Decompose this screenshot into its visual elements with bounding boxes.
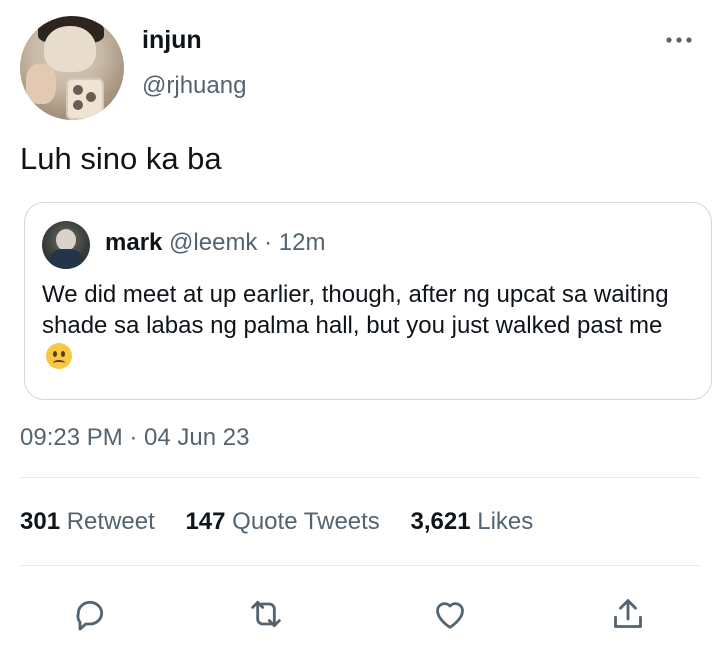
share-icon[interactable]: [608, 594, 648, 634]
retweet-count[interactable]: 301: [20, 508, 60, 535]
quoted-avatar[interactable]: [42, 221, 90, 269]
tweet-timestamp[interactable]: 09:23 PM · 04 Jun 23: [20, 424, 249, 452]
tweet-text: Luh sino ka ba: [20, 141, 222, 176]
reply-icon[interactable]: [70, 594, 110, 634]
tweet-stats: 301 Retweet 147 Quote Tweets 3,621 Likes: [20, 508, 557, 536]
more-options-icon[interactable]: [666, 36, 692, 44]
retweet-label[interactable]: Retweet: [67, 508, 155, 535]
quoted-tweet-text: We did meet at up earlier, though, after…: [42, 281, 669, 339]
divider: [20, 477, 700, 478]
quoted-tweet-card[interactable]: mark @leemk · 12m We did meet at up earl…: [24, 202, 712, 400]
quoted-handle: @leemk: [169, 229, 258, 256]
user-handle[interactable]: @rjhuang: [142, 72, 246, 100]
quote-tweet-label[interactable]: Quote Tweets: [232, 508, 380, 535]
retweet-icon[interactable]: [246, 594, 286, 634]
display-name[interactable]: injun: [142, 26, 202, 55]
heart-icon[interactable]: [430, 594, 470, 634]
avatar[interactable]: [20, 16, 124, 120]
like-label[interactable]: Likes: [477, 508, 533, 535]
quoted-tweet-header: mark @leemk · 12m: [105, 229, 325, 257]
divider: [20, 565, 700, 566]
quoted-display-name[interactable]: mark: [105, 229, 162, 256]
like-count[interactable]: 3,621: [410, 508, 470, 535]
quoted-tweet-body: We did meet at up earlier, though, after…: [42, 279, 682, 372]
quote-tweet-count[interactable]: 147: [185, 508, 225, 535]
quoted-separator: ·: [264, 229, 273, 256]
quoted-age: 12m: [278, 229, 326, 256]
confused-face-emoji-icon: [46, 343, 72, 369]
